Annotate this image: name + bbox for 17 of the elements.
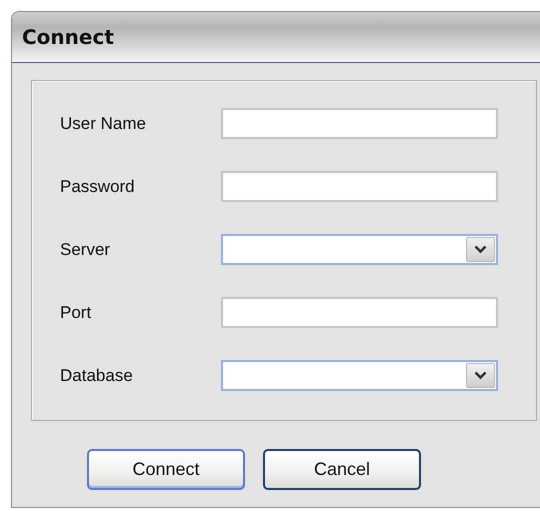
chevron-down-icon <box>474 371 487 380</box>
input-field[interactable] <box>221 297 498 328</box>
cancel-button[interactable]: Cancel <box>263 449 421 490</box>
dropdown-button[interactable] <box>466 237 495 262</box>
field-label: User Name <box>60 114 147 134</box>
window-title: Connect <box>22 25 114 49</box>
chevron-down-icon <box>474 245 487 254</box>
input-field[interactable] <box>221 108 498 139</box>
connect-button[interactable]: Connect <box>87 449 245 490</box>
input-field[interactable] <box>221 171 498 202</box>
dropdown-button[interactable] <box>466 363 495 388</box>
field-label: Password <box>60 176 136 196</box>
dropdown-field[interactable] <box>221 360 498 391</box>
field-label: Port <box>60 302 92 322</box>
field-label: Database <box>60 366 134 386</box>
field-label: Server <box>60 240 112 260</box>
dropdown-field[interactable] <box>221 234 498 265</box>
